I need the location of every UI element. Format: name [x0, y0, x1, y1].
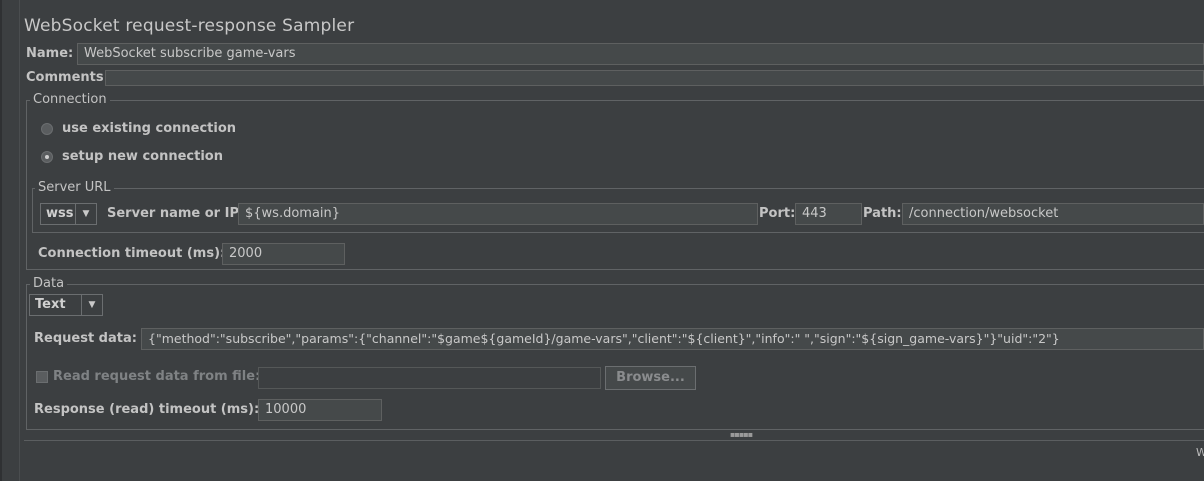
chevron-down-icon: ▼ — [75, 204, 96, 224]
panel-divider — [19, 0, 20, 481]
name-label: Name: — [26, 46, 74, 61]
connection-timeout-input[interactable]: 2000 — [222, 243, 345, 265]
response-timeout-label: Response (read) timeout (ms): — [34, 402, 260, 417]
comments-label: Comments: — [26, 70, 109, 85]
window-left-edge — [0, 0, 2, 481]
server-url-legend: Server URL — [35, 180, 114, 195]
request-data-label: Request data: — [34, 331, 137, 346]
server-name-input[interactable]: ${ws.domain} — [238, 203, 758, 225]
read-from-file-checkbox[interactable] — [36, 371, 48, 383]
chevron-down-icon: ▼ — [81, 295, 102, 315]
use-existing-connection-radio[interactable] — [41, 123, 53, 135]
data-type-value: Text — [35, 297, 66, 312]
data-legend: Data — [30, 276, 68, 291]
footer-label: W — [1196, 446, 1204, 459]
port-input[interactable]: 443 — [795, 203, 862, 225]
connection-timeout-label: Connection timeout (ms): — [38, 246, 226, 261]
name-input[interactable]: WebSocket subscribe game-vars — [77, 43, 1204, 65]
response-timeout-input[interactable]: 10000 — [258, 399, 382, 421]
comments-input[interactable] — [105, 70, 1204, 86]
setup-new-connection-radio[interactable] — [41, 151, 53, 163]
browse-button[interactable]: Browse... — [605, 366, 696, 390]
request-data-input[interactable]: {"method":"subscribe","params":{"channel… — [141, 328, 1204, 350]
server-name-label: Server name or IP: — [107, 206, 245, 221]
path-label: Path: — [863, 206, 902, 221]
read-from-file-input[interactable] — [258, 367, 601, 389]
splitter-line — [24, 440, 1204, 441]
sampler-title: WebSocket request-response Sampler — [24, 16, 355, 36]
port-label: Port: — [759, 206, 796, 221]
read-from-file-label[interactable]: Read request data from file: — [53, 369, 260, 384]
splitter-grip-icon[interactable]: ▪▪▪▪▪ — [730, 430, 753, 439]
data-type-select[interactable]: Text ▼ — [29, 294, 103, 316]
radio-selected-dot — [45, 155, 49, 159]
connection-legend: Connection — [30, 92, 110, 107]
use-existing-connection-label[interactable]: use existing connection — [62, 121, 236, 136]
path-input[interactable]: /connection/websocket — [902, 203, 1204, 225]
scheme-value: wss — [46, 206, 74, 221]
setup-new-connection-label[interactable]: setup new connection — [62, 149, 223, 164]
scheme-select[interactable]: wss ▼ — [40, 203, 97, 225]
